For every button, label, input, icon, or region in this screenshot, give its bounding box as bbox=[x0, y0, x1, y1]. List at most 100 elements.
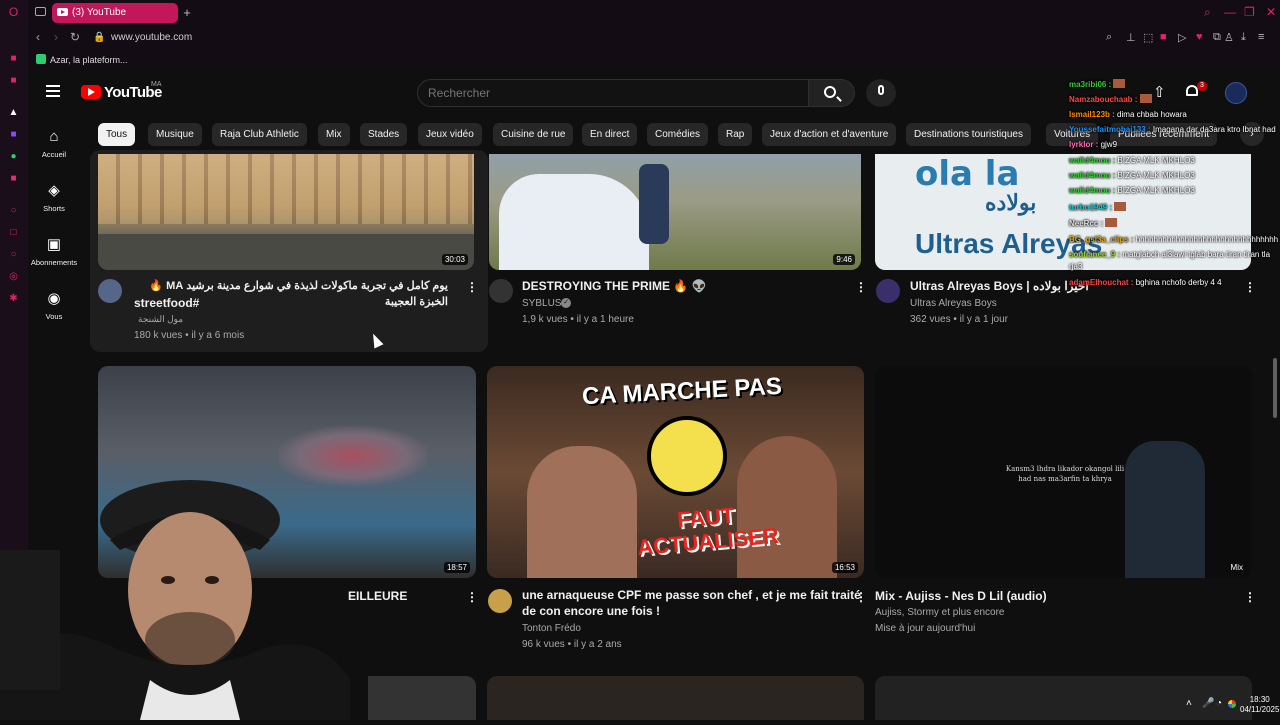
whatsapp-icon[interactable]: ● bbox=[7, 150, 20, 163]
you-icon: ◉ bbox=[47, 290, 61, 307]
search-button[interactable] bbox=[809, 79, 855, 107]
video-meta: 96 k vues • il y a 2 ans bbox=[522, 639, 622, 650]
sidebar-app-icon-7[interactable]: ◎ bbox=[7, 270, 20, 283]
reload-icon[interactable]: ↻ bbox=[70, 30, 80, 44]
close-icon[interactable]: ✕ bbox=[1266, 5, 1276, 19]
video-thumbnail[interactable]: CA MARCHE PAS FAUT ACTUALISER 16:53 bbox=[487, 366, 864, 578]
microphone-icon[interactable]: 🎤 bbox=[1202, 698, 1214, 709]
search-input[interactable] bbox=[428, 86, 788, 100]
channel-name[interactable]: Ultras Alreyas Boys bbox=[910, 298, 997, 309]
sidebar-app-icon-4[interactable]: ○ bbox=[7, 204, 20, 217]
sidebar-item-vous[interactable]: ◉ Vous bbox=[28, 290, 80, 321]
page-scrollbar[interactable] bbox=[1273, 358, 1277, 418]
chip-jeux-action[interactable]: Jeux d'action et d'aventure bbox=[762, 123, 897, 146]
hamburger-menu-icon[interactable] bbox=[46, 85, 60, 97]
thumbnail-clown-emoji bbox=[647, 416, 727, 496]
channel-name[interactable]: مول الشنجة bbox=[138, 314, 183, 325]
channel-name[interactable]: Aujiss, Stormy et plus encore bbox=[875, 607, 1005, 618]
sidebar-item-abonnements[interactable]: ▣ Abonnements bbox=[28, 236, 80, 267]
bookmark-item[interactable]: Azar, la plateform... bbox=[36, 54, 128, 65]
emote-icon bbox=[1113, 79, 1126, 88]
chip-mix[interactable]: Mix bbox=[318, 123, 350, 146]
channel-avatar[interactable] bbox=[98, 279, 122, 303]
video-title[interactable]: EILLEURE bbox=[348, 588, 407, 604]
forward-icon[interactable]: › bbox=[54, 30, 58, 44]
profile-icon[interactable]: ♙ bbox=[1224, 31, 1234, 44]
pin-icon[interactable]: ⊥ bbox=[1126, 31, 1136, 44]
sidebar-item-accueil[interactable]: ⌂ Accueil bbox=[28, 128, 80, 159]
video-thumbnail[interactable] bbox=[487, 676, 864, 720]
opera-logo-icon[interactable]: O bbox=[7, 6, 20, 19]
zoom-icon[interactable]: ⌕ bbox=[1106, 31, 1112, 44]
sidebar-item-shorts[interactable]: ◈ Shorts bbox=[28, 182, 80, 213]
video-title-line2[interactable]: de con encore une fois ! bbox=[522, 603, 660, 619]
clock[interactable]: 18:30 04/11/2025 bbox=[1240, 695, 1279, 715]
more-actions-icon[interactable] bbox=[1244, 280, 1248, 294]
youtube-logo-icon[interactable] bbox=[81, 85, 101, 99]
color-app-icon[interactable] bbox=[1228, 700, 1236, 708]
chip-comedies[interactable]: Comédies bbox=[647, 123, 709, 146]
chip-stades[interactable]: Stades bbox=[360, 123, 408, 146]
channel-name[interactable]: Tonton Frédo bbox=[522, 623, 581, 634]
tab-overview-icon[interactable] bbox=[35, 7, 46, 16]
url-field[interactable]: www.youtube.com bbox=[111, 32, 192, 43]
sidebar-app-icon-5[interactable]: □ bbox=[7, 226, 20, 239]
download-icon[interactable]: ⤓ bbox=[1241, 31, 1246, 44]
chevron-up-icon[interactable]: ˄ bbox=[1186, 698, 1192, 709]
video-meta: 1,9 k vues • il y a 1 heure bbox=[522, 314, 634, 325]
channel-avatar[interactable] bbox=[876, 279, 900, 303]
minimize-icon[interactable]: — bbox=[1224, 5, 1236, 19]
channel-name[interactable]: SYBLUS bbox=[522, 298, 561, 309]
channel-avatar[interactable] bbox=[488, 589, 512, 613]
chip-raja[interactable]: Raja Club Athletic bbox=[212, 123, 307, 146]
video-title[interactable]: Mix - Aujiss - Nes D Lil (audio) bbox=[875, 588, 1047, 604]
menu-icon[interactable]: ≡ bbox=[1258, 31, 1264, 43]
video-thumbnail[interactable]: 30:03 bbox=[98, 154, 474, 270]
sidebar-item-label: Abonnements bbox=[30, 258, 78, 267]
chip-musique[interactable]: Musique bbox=[148, 123, 202, 146]
tab-youtube[interactable]: (3) YouTube bbox=[52, 3, 178, 23]
chip-rap[interactable]: Rap bbox=[718, 123, 753, 146]
video-title[interactable]: DESTROYING THE PRIME 🔥 👽 bbox=[522, 278, 707, 294]
voice-search-button[interactable] bbox=[866, 79, 896, 107]
chip-jeux-video[interactable]: Jeux vidéo bbox=[418, 123, 482, 146]
video-title[interactable]: Ultras Alreyas Boys | اخيرا بولاده bbox=[910, 278, 1089, 294]
instagram-icon[interactable]: ■ bbox=[7, 172, 20, 185]
shield-icon[interactable]: ■ bbox=[1160, 31, 1167, 43]
chip-en-direct[interactable]: En direct bbox=[582, 123, 638, 146]
channel-avatar[interactable] bbox=[489, 279, 513, 303]
maximize-icon[interactable]: ❐ bbox=[1244, 5, 1255, 19]
chip-destinations[interactable]: Destinations touristiques bbox=[906, 123, 1031, 146]
more-actions-icon[interactable] bbox=[466, 280, 470, 294]
shorts-icon: ◈ bbox=[48, 182, 60, 199]
snapshot-icon[interactable]: ⬚ bbox=[1143, 31, 1153, 44]
search-tabs-icon[interactable]: ⌕ bbox=[1204, 5, 1211, 20]
wifi-icon[interactable]: ◔ bbox=[1216, 698, 1222, 709]
video-title[interactable]: une arnaqueuse CPF me passe son chef , e… bbox=[522, 587, 861, 603]
settings-icon[interactable]: ✱ bbox=[7, 292, 20, 305]
sidebar-app-icon-3[interactable]: ▲ bbox=[7, 106, 20, 119]
chat-message: adamEIhouchat : bghina nchofo derby 4 4 bbox=[1069, 278, 1222, 287]
twitch-icon[interactable]: ■ bbox=[7, 128, 20, 141]
more-actions-icon[interactable] bbox=[855, 280, 859, 294]
extensions-icon[interactable]: ⧉ bbox=[1213, 31, 1221, 44]
heart-icon[interactable]: ♥ bbox=[1196, 31, 1203, 43]
more-actions-icon[interactable] bbox=[466, 590, 470, 604]
sidebar-app-icon-6[interactable]: ○ bbox=[7, 248, 20, 261]
player-icon[interactable]: ▷ bbox=[1178, 31, 1186, 44]
video-thumbnail[interactable] bbox=[368, 676, 476, 720]
tab-bar: (3) YouTube + ⌕ — ❐ ✕ bbox=[28, 0, 1280, 26]
more-actions-icon[interactable] bbox=[1244, 590, 1248, 604]
more-actions-icon[interactable] bbox=[855, 590, 859, 604]
video-title-line2[interactable]: streetfood# bbox=[134, 295, 199, 311]
sidebar-app-icon-2[interactable]: ■ bbox=[7, 74, 20, 87]
chip-tous[interactable]: Tous bbox=[98, 123, 136, 146]
chip-cuisine[interactable]: Cuisine de rue bbox=[493, 123, 574, 146]
sidebar-app-icon-1[interactable]: ■ bbox=[7, 52, 20, 65]
back-icon[interactable]: ‹ bbox=[36, 30, 40, 44]
video-thumbnail[interactable]: Kansm3 lhdra likador okangol lili had na… bbox=[875, 366, 1252, 578]
new-tab-button[interactable]: + bbox=[180, 3, 194, 23]
video-thumbnail[interactable]: 9:46 bbox=[489, 154, 861, 270]
microphone-icon bbox=[878, 85, 884, 95]
bookmark-favicon-icon bbox=[36, 54, 46, 64]
